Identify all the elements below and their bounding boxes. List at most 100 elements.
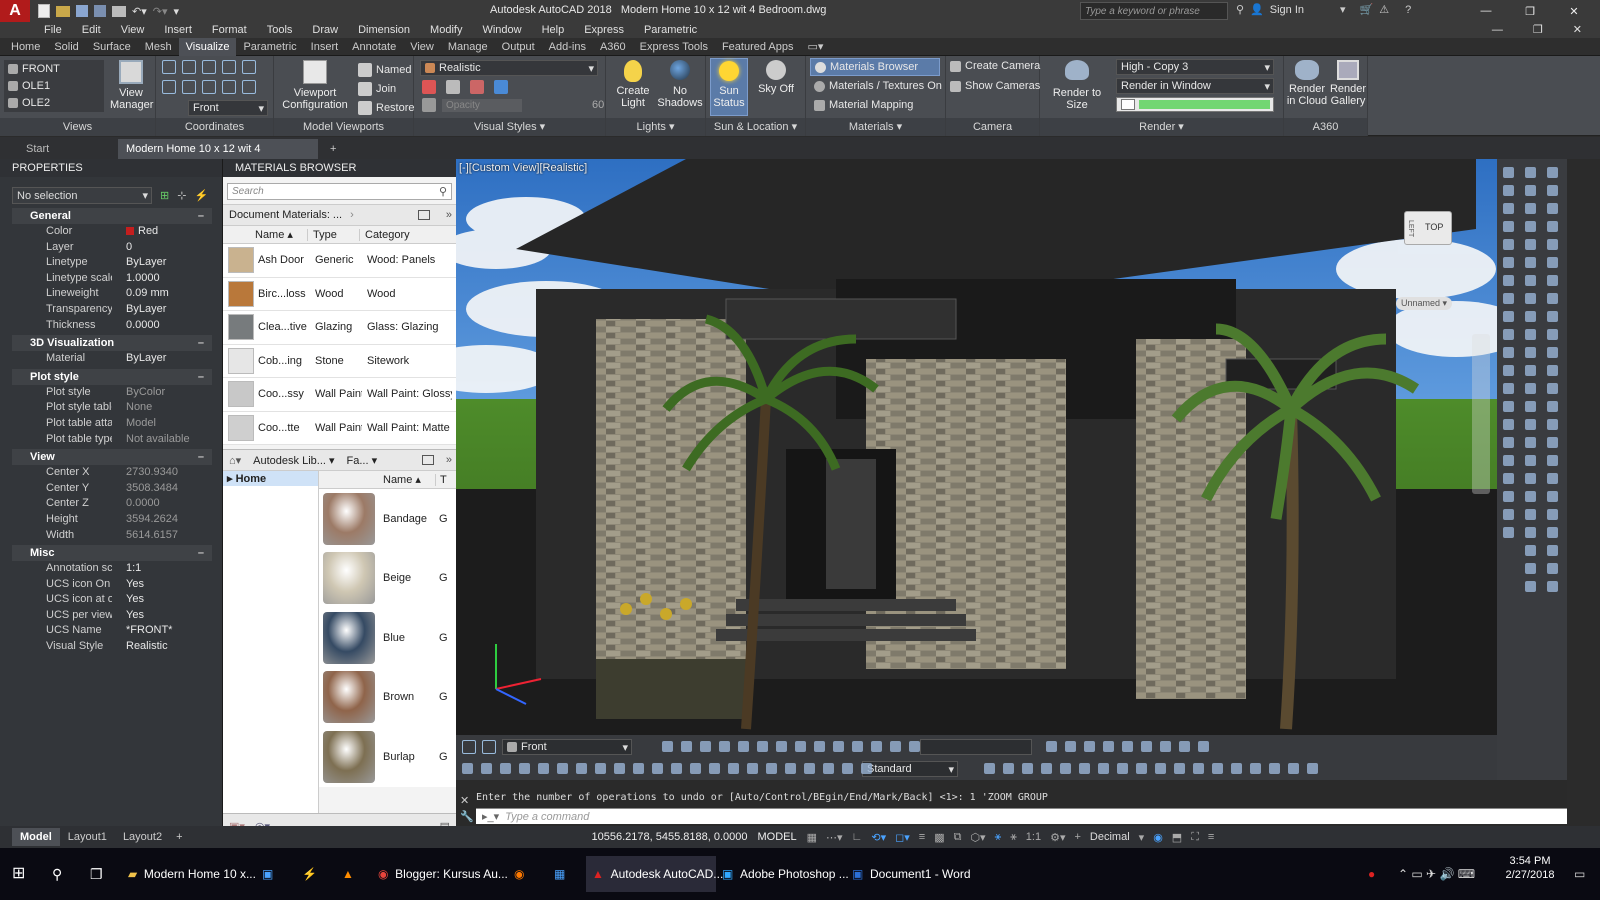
tool-icon[interactable] — [1525, 563, 1536, 574]
toolbar-icon[interactable] — [1155, 763, 1166, 774]
library-material-row[interactable]: Beige G — [319, 548, 456, 608]
column-category[interactable]: Category — [359, 228, 449, 241]
tool-icon[interactable] — [1503, 419, 1514, 430]
property-row[interactable]: UCS icon On Yes — [12, 577, 212, 593]
menu-window[interactable]: Window — [472, 24, 531, 36]
toolbar-icon[interactable] — [1179, 741, 1190, 752]
tool-icon[interactable] — [1503, 365, 1514, 376]
tool-icon[interactable] — [1525, 185, 1536, 196]
material-search-box[interactable]: Search ⚲ — [227, 183, 452, 200]
ucs-z-icon[interactable] — [202, 80, 216, 94]
ucs-dropdown[interactable]: Front ▾ — [188, 100, 268, 116]
layout-tab-layout1[interactable]: Layout1 — [60, 831, 115, 843]
ucs-3point-icon[interactable] — [222, 80, 236, 94]
hardware-accel-icon[interactable]: ⬒ — [1172, 831, 1182, 844]
toolbar-icon[interactable] — [1288, 763, 1299, 774]
opacity-slider[interactable]: Opacity 60 — [422, 98, 604, 112]
taskbar-store-icon[interactable]: ▣ — [262, 856, 273, 892]
expand-icon[interactable]: » — [446, 209, 452, 221]
render-preset-dropdown[interactable]: High - Copy 3 ▾ — [1116, 59, 1274, 75]
toolbar-icon[interactable] — [1231, 763, 1242, 774]
toolbar-icon[interactable] — [576, 763, 587, 774]
toolbar-icon[interactable] — [747, 763, 758, 774]
material-row[interactable]: Cob...ing Stone Sitework — [223, 344, 456, 378]
property-value[interactable]: 0.09 mm — [112, 286, 212, 302]
tool-icon[interactable] — [1547, 293, 1558, 304]
tool-icon[interactable] — [1503, 221, 1514, 232]
material-row[interactable]: Clea...tive Glazing Glass: Glazing — [223, 311, 456, 345]
tab-express-tools[interactable]: Express Tools — [633, 38, 715, 56]
tool-icon[interactable] — [1547, 473, 1558, 484]
property-row[interactable]: Visual Style Realistic — [12, 639, 212, 655]
tool-icon[interactable] — [1547, 419, 1558, 430]
property-value[interactable]: ByLayer — [112, 302, 212, 318]
grid-icon[interactable]: ▦ — [807, 831, 817, 844]
tool-icon[interactable] — [1525, 275, 1536, 286]
taskbar-firefox-icon[interactable]: ◉ — [514, 856, 524, 892]
tab-visualize[interactable]: Visualize — [178, 37, 237, 56]
ucs-prev-icon[interactable] — [482, 740, 496, 754]
toolbar-icon[interactable] — [728, 763, 739, 774]
home-icon[interactable]: ⌂▾ — [229, 454, 241, 467]
toolbar-icon[interactable] — [1160, 741, 1171, 752]
toolbar-icon[interactable] — [1084, 741, 1095, 752]
toolbar-icon[interactable] — [1212, 763, 1223, 774]
toolbar-icon[interactable] — [1141, 741, 1152, 752]
transparency-icon[interactable]: ▩ — [934, 831, 944, 844]
exchange-icon[interactable]: ⚠ — [1379, 3, 1389, 16]
property-section-header[interactable]: Plot style — [12, 368, 212, 385]
category-filter[interactable]: Fa... ▾ — [347, 454, 378, 467]
materials-textures-button[interactable]: Materials / Textures On — [814, 80, 942, 92]
tool-icon[interactable] — [1525, 509, 1536, 520]
toolbar-icon[interactable] — [700, 741, 711, 752]
command-input-row[interactable]: ▸_▾ Type a command — [476, 808, 1567, 824]
start-tab[interactable]: Start — [18, 139, 57, 159]
tool-icon[interactable] — [1525, 545, 1536, 556]
tool-icon[interactable] — [1525, 239, 1536, 250]
property-value[interactable]: 0 — [112, 240, 212, 256]
tool-icon[interactable] — [1503, 473, 1514, 484]
taskbar-explorer[interactable]: ▰ Modern Home 10 x... — [128, 856, 256, 892]
ucs-menu-button[interactable]: Unnamed ▾ — [1396, 297, 1452, 310]
property-row[interactable]: Layer 0 — [12, 240, 212, 256]
undo-icon[interactable]: ↶▾ — [132, 5, 147, 18]
toolbar-icon[interactable] — [1117, 763, 1128, 774]
tool-icon[interactable] — [1547, 581, 1558, 592]
notifications-icon[interactable]: ▭ — [1574, 856, 1585, 892]
tool-icon[interactable] — [1547, 329, 1558, 340]
tool-icon[interactable] — [1503, 185, 1514, 196]
property-row[interactable]: Annotation sca...1:1 — [12, 561, 212, 577]
visual-style-blank-dropdown[interactable] — [920, 739, 1032, 755]
menu-file[interactable]: File — [34, 24, 72, 36]
tab-add-ins[interactable]: Add-ins — [542, 38, 593, 56]
ucs-zaxis-icon[interactable] — [242, 80, 256, 94]
menu-tools[interactable]: Tools — [257, 24, 303, 36]
quick-select-icon[interactable]: ⚡ — [194, 189, 208, 202]
dimension-style-dropdown[interactable]: Standard ▾ — [862, 761, 958, 777]
property-row[interactable]: Plot style table None — [12, 400, 212, 416]
toolbar-icon[interactable] — [1065, 741, 1076, 752]
tool-icon[interactable] — [1503, 455, 1514, 466]
toolbar-icon[interactable] — [557, 763, 568, 774]
tool-icon[interactable] — [1525, 257, 1536, 268]
property-row[interactable]: Width 5614.6157 — [12, 528, 212, 544]
column-type[interactable]: Type — [307, 228, 359, 241]
property-row[interactable]: Linetype ByLayer — [12, 255, 212, 271]
property-value[interactable]: Model — [112, 416, 212, 432]
property-value[interactable]: 5614.6157 — [112, 528, 212, 544]
taskbar-app-icon[interactable]: ▦ — [554, 856, 565, 892]
toolbar-icon[interactable] — [662, 741, 673, 752]
toolbar-icon[interactable] — [462, 763, 473, 774]
new-tab-button[interactable]: + — [322, 139, 344, 159]
property-value[interactable]: ByLayer — [112, 351, 212, 367]
ucs-icon[interactable] — [462, 740, 476, 754]
property-value[interactable]: 1.0000 — [112, 271, 212, 287]
dropdown-icon[interactable]: ▾ — [1340, 3, 1346, 16]
cart-icon[interactable]: 🛒 — [1360, 3, 1374, 16]
toolbar-icon[interactable] — [1250, 763, 1261, 774]
tool-icon[interactable] — [1547, 491, 1558, 502]
tool-icon[interactable] — [1547, 239, 1558, 250]
toggle-pickadd-icon[interactable]: ⊞ — [160, 189, 169, 202]
menu-insert[interactable]: Insert — [154, 24, 202, 36]
material-row[interactable]: Coo...ssy Wall Paint Wall Paint: Glossy — [223, 378, 456, 412]
